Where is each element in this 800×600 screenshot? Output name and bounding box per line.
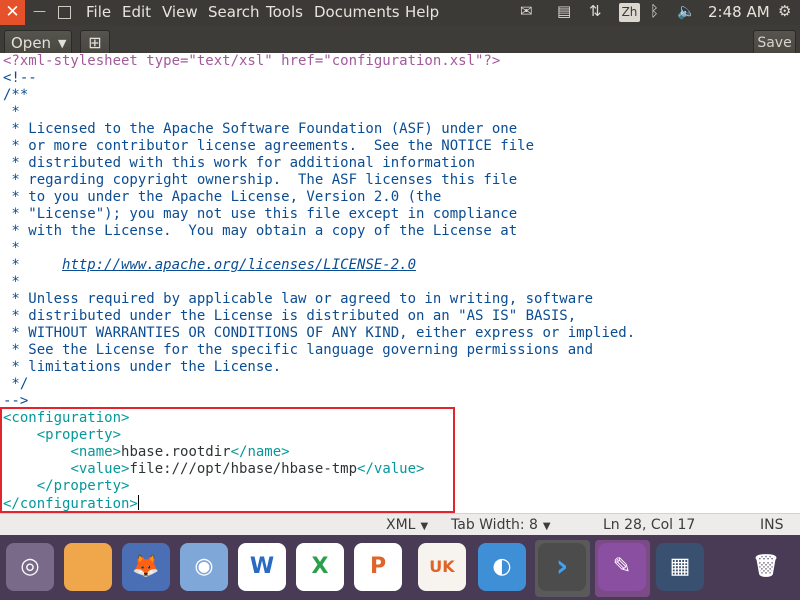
- menu-help[interactable]: Help: [405, 3, 439, 21]
- firefox-icon[interactable]: 🦊: [122, 543, 170, 591]
- code-text: * "License"); you may not use this file …: [3, 206, 518, 222]
- impress-icon[interactable]: P: [354, 543, 402, 591]
- clipboard-icon[interactable]: ▤: [557, 2, 571, 20]
- code-text: * See the License for the specific langu…: [3, 342, 594, 358]
- code-text: * regarding copyright ownership. The ASF…: [3, 172, 518, 188]
- launcher-dock: ◎ 🦊 ◉ W X P UK ◐ › ✎ ▦ 🗑: [0, 535, 800, 600]
- software-center-icon[interactable]: UK: [418, 543, 466, 591]
- close-window-icon[interactable]: ✕: [0, 0, 25, 25]
- code-text: * or more contributor license agreements…: [3, 138, 535, 154]
- menu-documents[interactable]: Documents: [314, 3, 400, 21]
- status-bar: XML ▼ Tab Width: 8 ▼ Ln 28, Col 17 INS: [0, 513, 800, 536]
- code-text: <?xml-stylesheet type="text/xsl" href="c…: [3, 53, 501, 69]
- code-text: <!--: [3, 70, 37, 86]
- volume-icon[interactable]: 🔈: [677, 2, 696, 20]
- bluetooth-icon[interactable]: ᛒ: [650, 2, 659, 20]
- chevron-down-icon: ▼: [420, 521, 429, 532]
- code-line[interactable]: * WITHOUT WARRANTIES OR CONDITIONS OF AN…: [3, 325, 635, 342]
- menu-tools[interactable]: Tools: [266, 3, 303, 21]
- writer-icon[interactable]: W: [238, 543, 286, 591]
- remote-desktop-icon[interactable]: ◐: [478, 543, 526, 591]
- code-line[interactable]: *: [3, 240, 635, 257]
- remote-desktop-icon-glyph: ◐: [492, 554, 512, 579]
- code-line[interactable]: * http://www.apache.org/licenses/LICENSE…: [3, 257, 635, 274]
- mail-icon[interactable]: ✉: [520, 2, 533, 20]
- insert-mode[interactable]: INS: [760, 517, 784, 533]
- trash-icon[interactable]: 🗑: [742, 543, 790, 591]
- code-text: * with the License. You may obtain a cop…: [3, 223, 518, 239]
- code-line[interactable]: /**: [3, 87, 635, 104]
- calc-icon[interactable]: X: [296, 543, 344, 591]
- highlight-box: [0, 407, 455, 513]
- maximize-icon[interactable]: [58, 6, 71, 19]
- menu-view[interactable]: View: [162, 3, 198, 21]
- firefox-icon-glyph: 🦊: [132, 554, 160, 579]
- terminal-icon[interactable]: ›: [538, 543, 586, 591]
- code-line[interactable]: * limitations under the License.: [3, 359, 635, 376]
- tab-width-selector[interactable]: Tab Width: 8 ▼: [451, 517, 551, 533]
- code-text: * to you under the Apache License, Versi…: [3, 189, 442, 205]
- code-line[interactable]: */: [3, 376, 635, 393]
- language-selector[interactable]: XML ▼: [386, 517, 428, 533]
- text-editor-icon-glyph: ✎: [612, 554, 632, 579]
- code-text: * distributed with this work for additio…: [3, 155, 476, 171]
- code-text: */: [3, 376, 29, 392]
- code-line[interactable]: *: [3, 274, 635, 291]
- network-arrows-icon[interactable]: ⇅: [589, 2, 602, 20]
- code-line[interactable]: * distributed with this work for additio…: [3, 155, 635, 172]
- workspace-switcher-icon[interactable]: ▦: [656, 543, 704, 591]
- chromium-icon-glyph: ◉: [194, 554, 214, 579]
- cursor-position: Ln 28, Col 17: [603, 517, 696, 533]
- code-text: *: [3, 257, 63, 273]
- menu-file[interactable]: File: [86, 3, 111, 21]
- code-line[interactable]: * See the License for the specific langu…: [3, 342, 635, 359]
- chevron-down-icon: ▼: [542, 521, 551, 532]
- minimize-icon[interactable]: —: [32, 4, 47, 19]
- code-line[interactable]: <?xml-stylesheet type="text/xsl" href="c…: [3, 53, 635, 70]
- code-text: * limitations under the License.: [3, 359, 282, 375]
- code-text: *: [3, 274, 20, 290]
- code-text: * Unless required by applicable law or a…: [3, 291, 594, 307]
- code-text: *: [3, 240, 20, 256]
- code-line[interactable]: * distributed under the License is distr…: [3, 308, 635, 325]
- language-label: XML: [386, 517, 416, 533]
- clock[interactable]: 2:48 AM: [708, 3, 770, 21]
- chromium-icon[interactable]: ◉: [180, 543, 228, 591]
- trash-icon-glyph: 🗑: [752, 554, 780, 579]
- impress-icon-glyph: P: [369, 554, 387, 579]
- code-line[interactable]: * to you under the Apache License, Versi…: [3, 189, 635, 206]
- input-method-indicator[interactable]: Zh: [619, 3, 640, 22]
- code-line[interactable]: * or more contributor license agreements…: [3, 138, 635, 155]
- gear-icon[interactable]: ⚙: [778, 2, 791, 20]
- software-center-icon-glyph: UK: [429, 557, 455, 576]
- code-line[interactable]: *: [3, 104, 635, 121]
- ubuntu-icon-glyph: ◎: [20, 554, 40, 579]
- license-link[interactable]: http://www.apache.org/licenses/LICENSE-2…: [62, 257, 416, 273]
- workspace-switcher-icon-glyph: ▦: [669, 554, 691, 579]
- code-line[interactable]: * regarding copyright ownership. The ASF…: [3, 172, 635, 189]
- files-icon[interactable]: [64, 543, 112, 591]
- code-text: *: [3, 104, 20, 120]
- code-text: /**: [3, 87, 29, 103]
- ubuntu-icon[interactable]: ◎: [6, 543, 54, 591]
- text-editor-icon[interactable]: ✎: [598, 543, 646, 591]
- tab-width-label: Tab Width: 8: [451, 517, 538, 533]
- open-button-label: Open: [11, 34, 52, 52]
- menu-edit[interactable]: Edit: [122, 3, 151, 21]
- terminal-icon-glyph: ›: [555, 549, 569, 584]
- writer-icon-glyph: W: [249, 554, 275, 579]
- code-text: * distributed under the License is distr…: [3, 308, 577, 324]
- top-menu-bar: ✕ — File Edit View Search Tools Document…: [0, 0, 800, 25]
- code-line[interactable]: * with the License. You may obtain a cop…: [3, 223, 635, 240]
- code-line[interactable]: * Unless required by applicable law or a…: [3, 291, 635, 308]
- code-line[interactable]: * "License"); you may not use this file …: [3, 206, 635, 223]
- code-text: * Licensed to the Apache Software Founda…: [3, 121, 518, 137]
- code-text: * WITHOUT WARRANTIES OR CONDITIONS OF AN…: [3, 325, 636, 341]
- menu-search[interactable]: Search: [208, 3, 260, 21]
- calc-icon-glyph: X: [311, 554, 329, 579]
- code-line[interactable]: <!--: [3, 70, 635, 87]
- code-line[interactable]: * Licensed to the Apache Software Founda…: [3, 121, 635, 138]
